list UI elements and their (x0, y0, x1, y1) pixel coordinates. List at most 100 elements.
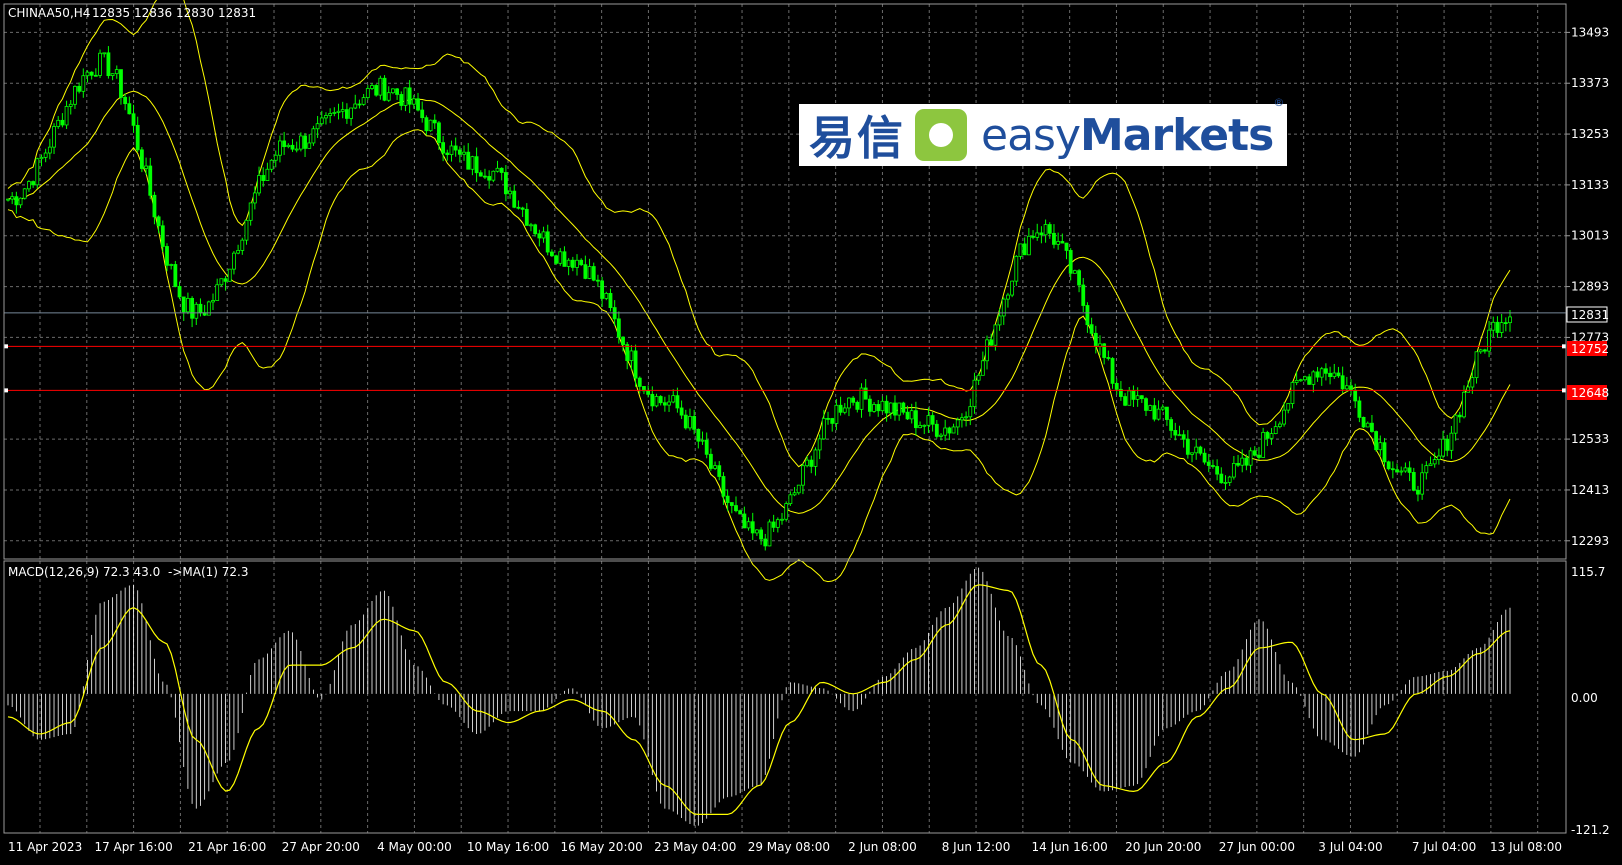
candle-body (303, 135, 307, 149)
candle-body (1382, 442, 1387, 463)
candle-body (1361, 416, 1366, 428)
candle-body (541, 231, 546, 239)
candle-body (215, 284, 220, 301)
candle-body (658, 396, 663, 404)
candle-body (562, 251, 567, 267)
candle-body (939, 434, 943, 437)
candle-body (47, 146, 52, 154)
candle-body (1365, 422, 1370, 428)
candle-body (1324, 368, 1328, 374)
candle-body (353, 103, 358, 109)
candle-body (600, 280, 605, 299)
time-tick-label: 13 Jul 08:00 (1490, 840, 1562, 854)
candle-body (290, 144, 295, 150)
chart-window[interactable]: 13493 13373 13253 13133 13013 12893 12773 12533… (0, 0, 1622, 862)
candle-body (951, 426, 956, 434)
candle-body (60, 119, 65, 126)
candle-body (1156, 408, 1161, 420)
candle-body (361, 97, 366, 105)
candle-body (1219, 473, 1224, 484)
current-price-label: 12831 (1571, 308, 1609, 322)
candle-body (420, 109, 425, 119)
candle-body (106, 52, 111, 77)
candle-body (18, 197, 23, 206)
candle-body (997, 315, 1002, 326)
candle-body (186, 297, 190, 313)
candle-body (1449, 432, 1454, 451)
candle-body (1407, 467, 1412, 473)
candle-body (1273, 426, 1278, 434)
candle-body (784, 503, 789, 520)
candle-body (1453, 414, 1458, 434)
candle-body (1211, 465, 1215, 467)
candle-body (1482, 349, 1487, 352)
candle-body (324, 115, 328, 119)
macd-label: MACD(12,26,9) 72.3 43.0 (8, 565, 160, 579)
candle-body (888, 402, 893, 414)
candle-body (909, 410, 914, 420)
candle-body (223, 278, 228, 282)
candle-body (558, 251, 563, 264)
candle-body (905, 411, 910, 420)
candle-body (688, 416, 692, 429)
horizontal-lines[interactable] (4, 312, 1566, 393)
candle-body (1399, 470, 1404, 473)
time-tick-label: 17 Apr 16:00 (94, 840, 172, 854)
candle-body (876, 404, 881, 412)
candle-body (340, 109, 345, 112)
candle-body (621, 336, 625, 345)
candle-body (596, 279, 600, 282)
candle-body (386, 92, 391, 101)
candle-body (734, 505, 738, 512)
candle-body (1311, 371, 1316, 385)
candle-body (236, 250, 241, 254)
price-tick-label: 12413 (1571, 483, 1609, 497)
candle-body (629, 350, 634, 361)
candle-body (713, 465, 717, 469)
candle-body (587, 266, 592, 279)
candle-body (1257, 454, 1261, 458)
candle-body (729, 502, 734, 506)
candle-body (474, 156, 479, 174)
candle-body (89, 71, 94, 76)
candle-body (39, 156, 44, 160)
candle-body (1106, 357, 1111, 359)
candle-body (416, 98, 420, 111)
level-line-2-handle-right (1562, 388, 1566, 393)
candle-body (1432, 459, 1437, 465)
candle-body (968, 406, 973, 418)
candle-body (278, 140, 282, 156)
candle-body (148, 165, 153, 196)
candle-body (6, 198, 10, 201)
candle-body (399, 94, 404, 106)
candle-body (156, 216, 161, 227)
bollinger-bands (7, 0, 1511, 583)
candle-body (1127, 390, 1132, 406)
candle-body (549, 251, 554, 257)
candle-body (1436, 455, 1441, 460)
price-tick-label: 12893 (1571, 280, 1609, 294)
candle-body (675, 395, 680, 409)
candle-body (1495, 321, 1500, 333)
candle-body (374, 85, 379, 96)
macd-scale-zero: 0.00 (1571, 691, 1598, 705)
candle-body (1491, 321, 1496, 331)
candle-body (989, 339, 994, 346)
candle-body (403, 87, 408, 106)
candle-body (809, 459, 814, 467)
candle-body (616, 318, 621, 338)
candle-body (755, 529, 759, 534)
candle-body (1194, 446, 1199, 454)
candle-body (332, 112, 337, 114)
candle-body (261, 175, 266, 181)
candle-body (1185, 438, 1190, 455)
time-tick-label: 4 May 00:00 (377, 840, 452, 854)
candle-body (1236, 462, 1240, 466)
candle-body (1441, 438, 1445, 457)
candle-body (813, 449, 818, 467)
candle-body (583, 264, 588, 279)
candle-body (1165, 406, 1169, 420)
candle-body (1508, 316, 1512, 324)
candle-body (554, 255, 558, 264)
candle-body (604, 292, 609, 299)
